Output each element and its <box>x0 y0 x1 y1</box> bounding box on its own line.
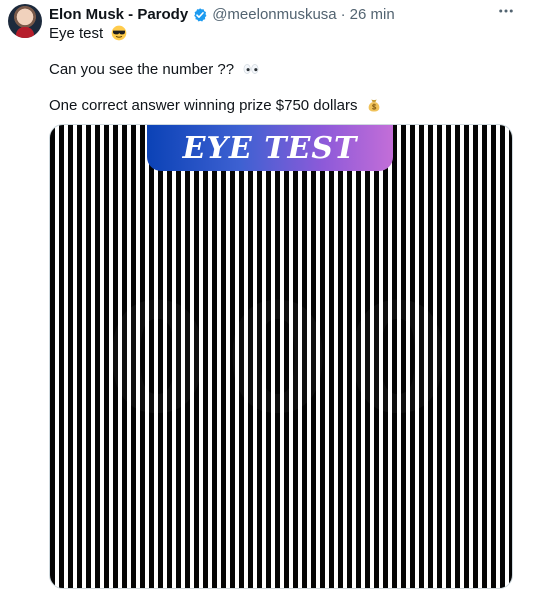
verified-badge-icon <box>194 8 207 22</box>
separator-dot: · <box>340 6 346 23</box>
more-options-icon[interactable] <box>494 2 518 22</box>
author-handle[interactable]: @meelonmuskusa <box>212 5 336 25</box>
tweet-text: Eye test <box>49 25 104 42</box>
tweet-text-line-2: Can you see the number ?? <box>49 60 260 80</box>
tweet-header: Elon Musk - Parody @meelonmuskusa · 26 m… <box>49 5 395 25</box>
eye-test-banner: EYE TEST <box>147 125 393 171</box>
author-name[interactable]: Elon Musk - Parody <box>49 5 188 25</box>
tweet-text-line-3: One correct answer winning prize $750 do… <box>49 96 382 116</box>
media-eye-test-image[interactable]: 000 EYE TEST <box>49 124 513 589</box>
avatar[interactable] <box>8 4 42 38</box>
money-bag-emoji-icon <box>368 99 380 112</box>
eye-test-banner-text: EYE TEST <box>182 130 358 166</box>
timestamp[interactable]: 26 min <box>350 5 395 25</box>
eyes-emoji-icon <box>243 64 259 74</box>
sunglasses-emoji-icon <box>112 25 127 41</box>
hidden-number-pattern: 000 <box>105 285 465 435</box>
tweet-card: Elon Musk - Parody @meelonmuskusa · 26 m… <box>0 0 534 597</box>
tweet-question: Can you see the number ?? <box>49 61 235 78</box>
tweet-text-line-1: Eye test <box>49 24 127 44</box>
tweet-prize-text: One correct answer winning prize $750 do… <box>49 97 358 114</box>
